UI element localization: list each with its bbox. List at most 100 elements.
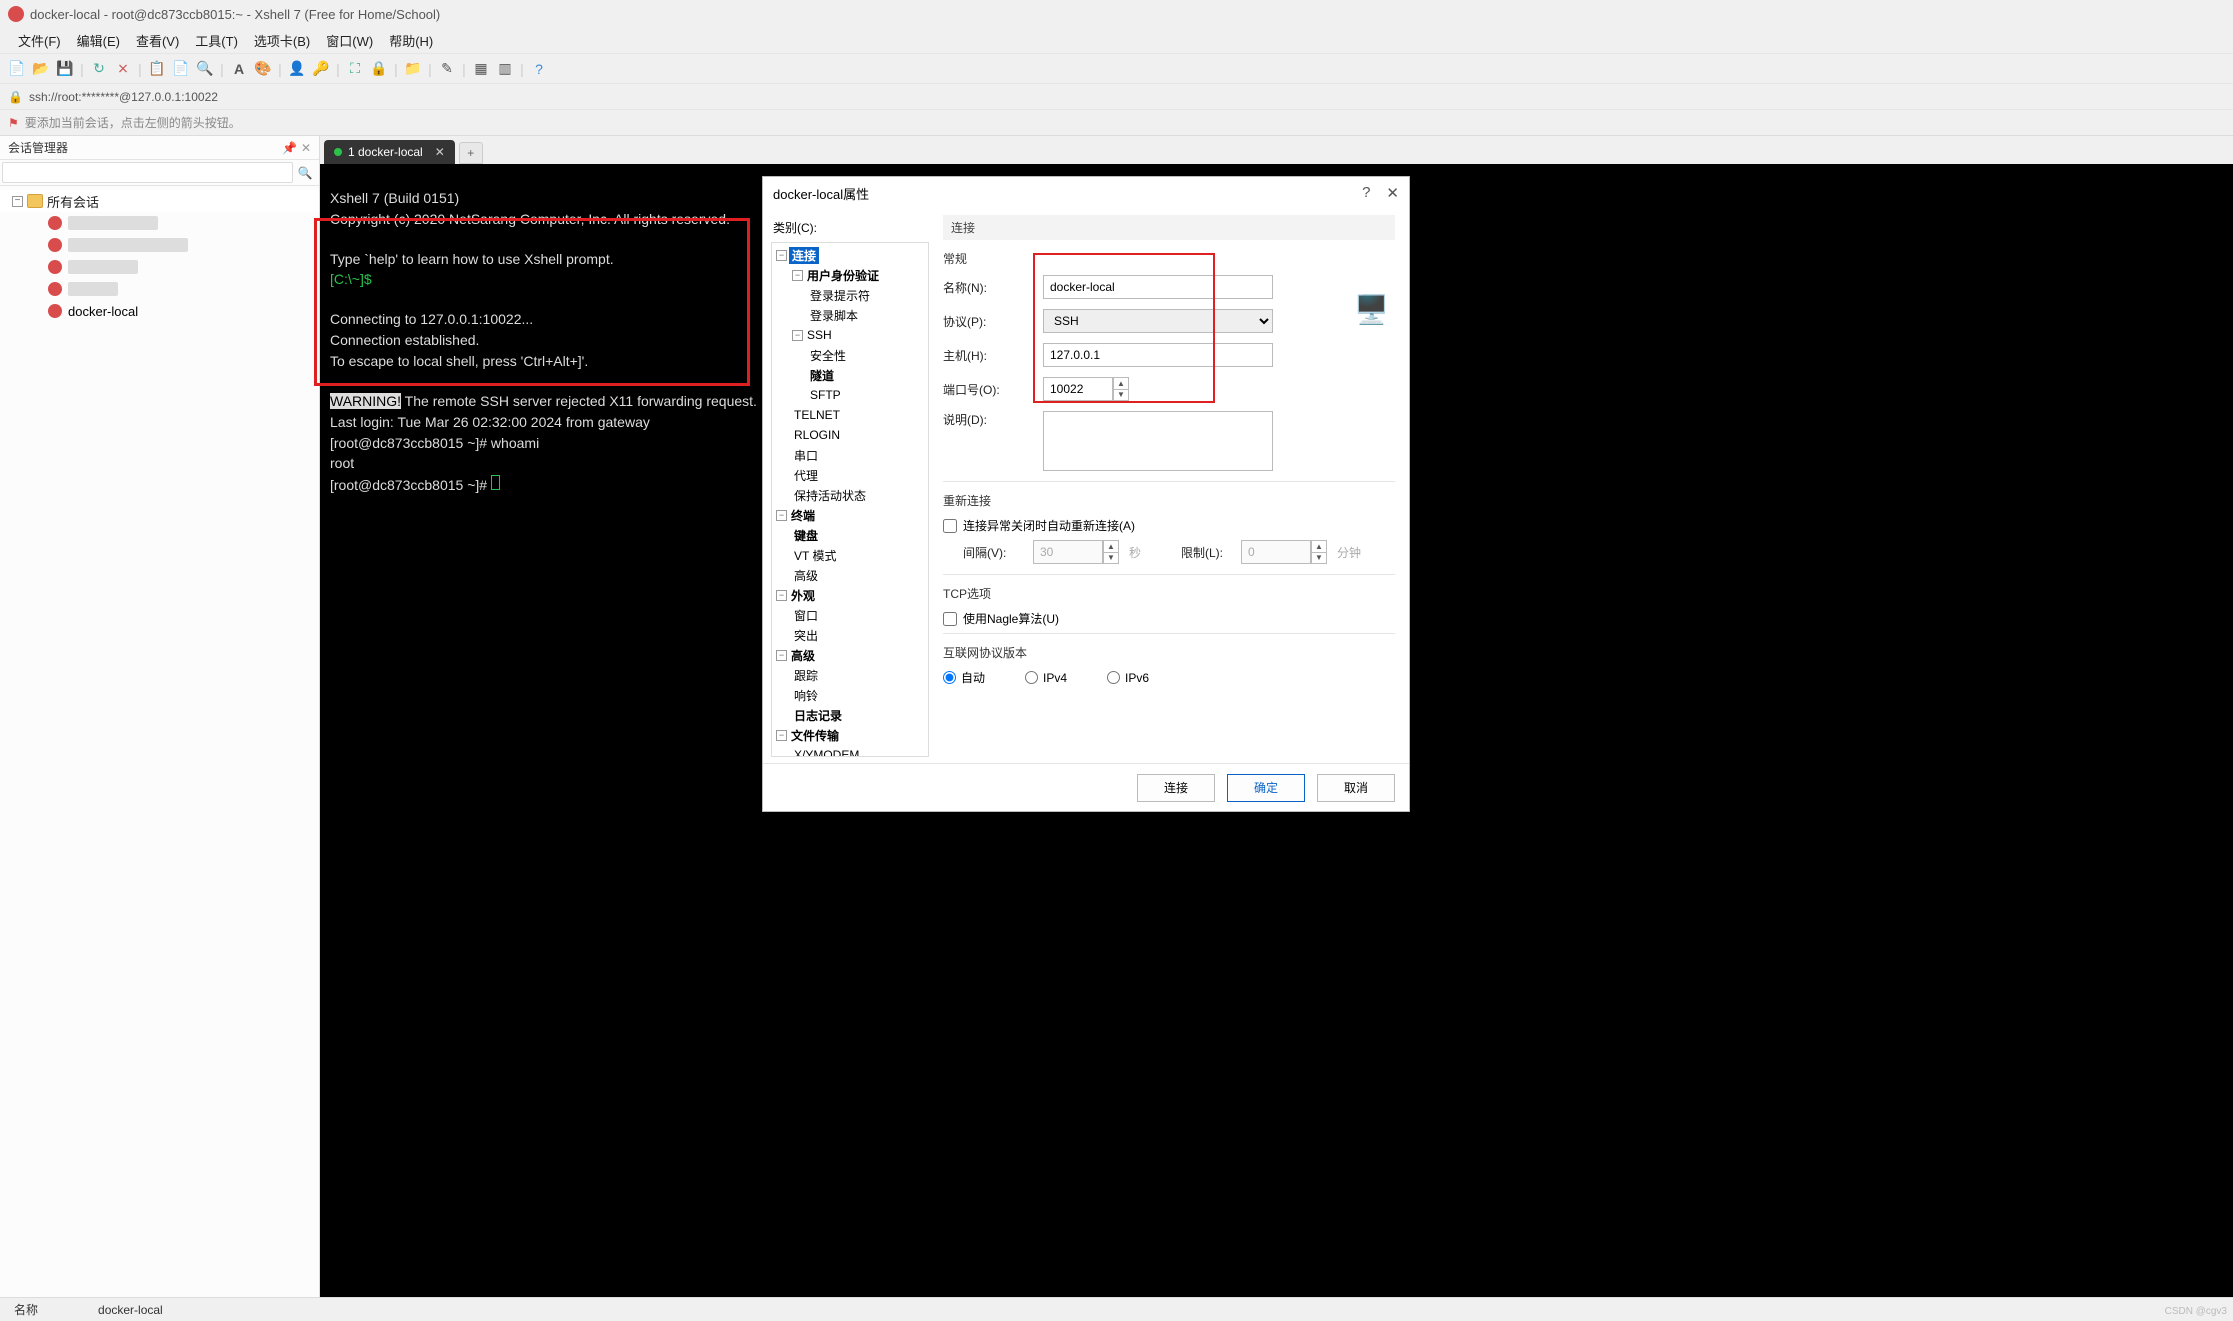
cat-loginscript[interactable]: 登录脚本 xyxy=(772,305,928,325)
address-bar: 🔒 ssh://root:********@127.0.0.1:10022 xyxy=(0,84,2233,110)
cat-window[interactable]: 窗口 xyxy=(772,605,928,625)
desc-textarea[interactable] xyxy=(1043,411,1273,471)
port-input[interactable] xyxy=(1043,377,1113,401)
close-tab-icon[interactable]: ✕ xyxy=(435,145,445,159)
cat-terminal[interactable]: −终端 xyxy=(772,505,928,525)
cat-ssh[interactable]: −SSH xyxy=(772,325,928,345)
close-icon[interactable]: ✕ xyxy=(1386,184,1399,202)
cat-keyboard[interactable]: 键盘 xyxy=(772,525,928,545)
radio-ipv4[interactable] xyxy=(1025,671,1038,684)
cat-security[interactable]: 安全性 xyxy=(772,345,928,365)
tab-docker-local[interactable]: 1 docker-local ✕ xyxy=(324,140,455,164)
copy-icon[interactable]: 📋 xyxy=(146,58,168,80)
dialog-footer: 连接 确定 取消 xyxy=(763,763,1409,811)
help-icon[interactable]: ? xyxy=(528,58,550,80)
menu-view[interactable]: 查看(V) xyxy=(128,28,187,53)
cat-keepalive[interactable]: 保持活动状态 xyxy=(772,485,928,505)
limit-input xyxy=(1241,540,1311,564)
cancel-button[interactable]: 取消 xyxy=(1317,774,1395,802)
menu-file[interactable]: 文件(F) xyxy=(10,28,69,53)
reconnect-icon[interactable]: ↻ xyxy=(88,58,110,80)
host-input[interactable] xyxy=(1043,343,1273,367)
cat-proxy[interactable]: 代理 xyxy=(772,465,928,485)
tree-root[interactable]: − 所有会话 xyxy=(0,190,319,212)
cat-filetransfer[interactable]: −文件传输 xyxy=(772,725,928,745)
cat-logging[interactable]: 日志记录 xyxy=(772,705,928,725)
desc-label: 说明(D): xyxy=(943,411,1043,428)
script-icon[interactable]: ✎ xyxy=(436,58,458,80)
cat-popout[interactable]: 突出 xyxy=(772,625,928,645)
session-item-blurred[interactable] xyxy=(0,278,319,300)
radio-ipv6[interactable] xyxy=(1107,671,1120,684)
user-icon[interactable]: 👤 xyxy=(286,58,308,80)
menu-edit[interactable]: 编辑(E) xyxy=(69,28,128,53)
new-session-icon[interactable]: 📄 xyxy=(6,58,28,80)
fullscreen-icon[interactable]: ⛶ xyxy=(344,58,366,80)
connect-button[interactable]: 连接 xyxy=(1137,774,1215,802)
search-icon[interactable]: 🔍 xyxy=(293,162,317,183)
spin-down-icon[interactable]: ▼ xyxy=(1114,390,1128,401)
menu-help[interactable]: 帮助(H) xyxy=(381,28,441,53)
nagle-checkbox[interactable] xyxy=(943,612,957,626)
address-text[interactable]: ssh://root:********@127.0.0.1:10022 xyxy=(29,90,218,104)
cat-tunnel[interactable]: 隧道 xyxy=(772,365,928,385)
paste-icon[interactable]: 📄 xyxy=(170,58,192,80)
menu-tabs[interactable]: 选项卡(B) xyxy=(246,28,318,53)
session-item-blurred[interactable] xyxy=(0,234,319,256)
name-input[interactable] xyxy=(1043,275,1273,299)
open-icon[interactable]: 📂 xyxy=(30,58,52,80)
cat-rlogin[interactable]: RLOGIN xyxy=(772,425,928,445)
session-tree[interactable]: − 所有会话 docker-local xyxy=(0,186,319,1297)
session-search-input[interactable] xyxy=(2,162,293,183)
save-icon[interactable]: 💾 xyxy=(54,58,76,80)
spin-up-icon[interactable]: ▲ xyxy=(1114,378,1128,390)
cat-connection[interactable]: −连接 xyxy=(772,245,928,265)
session-icon xyxy=(48,260,62,274)
protocol-label: 协议(P): xyxy=(943,313,1043,330)
session-icon xyxy=(48,304,62,318)
cat-sftp[interactable]: SFTP xyxy=(772,385,928,405)
session-item-blurred[interactable] xyxy=(0,212,319,234)
radio-auto[interactable] xyxy=(943,671,956,684)
color-icon[interactable]: 🎨 xyxy=(252,58,274,80)
font-icon[interactable]: A xyxy=(228,58,250,80)
hint-text: 要添加当前会话，点击左侧的箭头按钮。 xyxy=(25,114,241,131)
cat-vtmode[interactable]: VT 模式 xyxy=(772,545,928,565)
cat-loginprompt[interactable]: 登录提示符 xyxy=(772,285,928,305)
menu-window[interactable]: 窗口(W) xyxy=(318,28,381,53)
cat-advanced-terminal[interactable]: 高级 xyxy=(772,565,928,585)
auto-reconnect-checkbox[interactable] xyxy=(943,519,957,533)
menu-tools[interactable]: 工具(T) xyxy=(187,28,246,53)
cat-serial[interactable]: 串口 xyxy=(772,445,928,465)
cat-telnet[interactable]: TELNET xyxy=(772,405,928,425)
cat-trace[interactable]: 跟踪 xyxy=(772,665,928,685)
cat-appearance[interactable]: −外观 xyxy=(772,585,928,605)
cat-auth[interactable]: −用户身份验证 xyxy=(772,265,928,285)
layout1-icon[interactable]: ▦ xyxy=(470,58,492,80)
lock-icon[interactable]: 🔒 xyxy=(368,58,390,80)
status-name-value: docker-local xyxy=(98,1303,163,1317)
key-icon[interactable]: 🔑 xyxy=(310,58,332,80)
cat-xymodem[interactable]: X/YMODEM xyxy=(772,745,928,757)
help-icon[interactable]: ? xyxy=(1362,184,1370,202)
session-search: 🔍 xyxy=(0,160,319,186)
status-name-label: 名称 xyxy=(10,1301,98,1318)
search-icon[interactable]: 🔍 xyxy=(194,58,216,80)
disconnect-icon[interactable]: ⨯ xyxy=(112,58,134,80)
cat-advanced[interactable]: −高级 xyxy=(772,645,928,665)
pin-icon[interactable]: 📌 xyxy=(282,141,297,155)
protocol-select[interactable]: SSH xyxy=(1043,309,1273,333)
session-item-blurred[interactable] xyxy=(0,256,319,278)
collapse-icon[interactable]: − xyxy=(12,196,23,207)
session-item-docker-local[interactable]: docker-local xyxy=(0,300,319,322)
xftp-icon[interactable]: 📁 xyxy=(402,58,424,80)
port-label: 端口号(O): xyxy=(943,381,1043,398)
ok-button[interactable]: 确定 xyxy=(1227,774,1305,802)
dialog-title-bar: docker-local属性 ? ✕ xyxy=(763,177,1409,209)
close-panel-icon[interactable]: ✕ xyxy=(301,141,311,155)
cat-bell[interactable]: 响铃 xyxy=(772,685,928,705)
layout2-icon[interactable]: ▥ xyxy=(494,58,516,80)
new-tab-button[interactable]: + xyxy=(459,142,483,164)
category-tree[interactable]: −连接 −用户身份验证 登录提示符 登录脚本 −SSH 安全性 隧道 SFTP … xyxy=(771,242,929,757)
port-spinner[interactable]: ▲▼ xyxy=(1043,377,1129,401)
